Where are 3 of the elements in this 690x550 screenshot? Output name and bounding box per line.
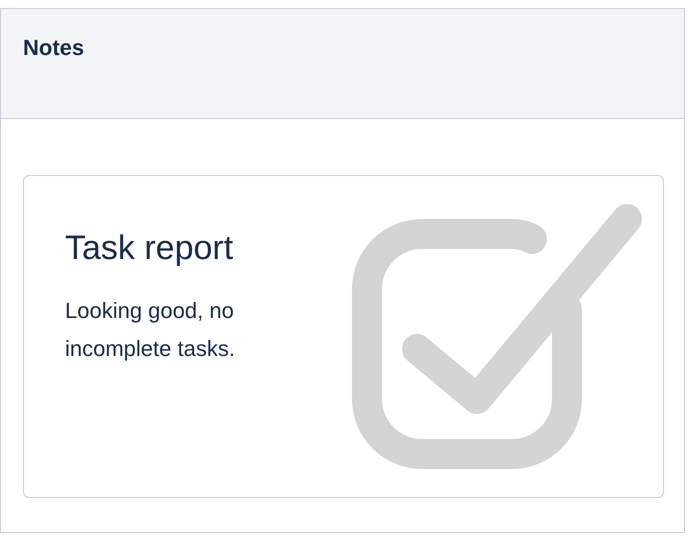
card-title: Task report [65,228,234,269]
panel-title: Notes [23,35,84,60]
card-text: Looking good, no incomplete tasks. [65,297,236,363]
